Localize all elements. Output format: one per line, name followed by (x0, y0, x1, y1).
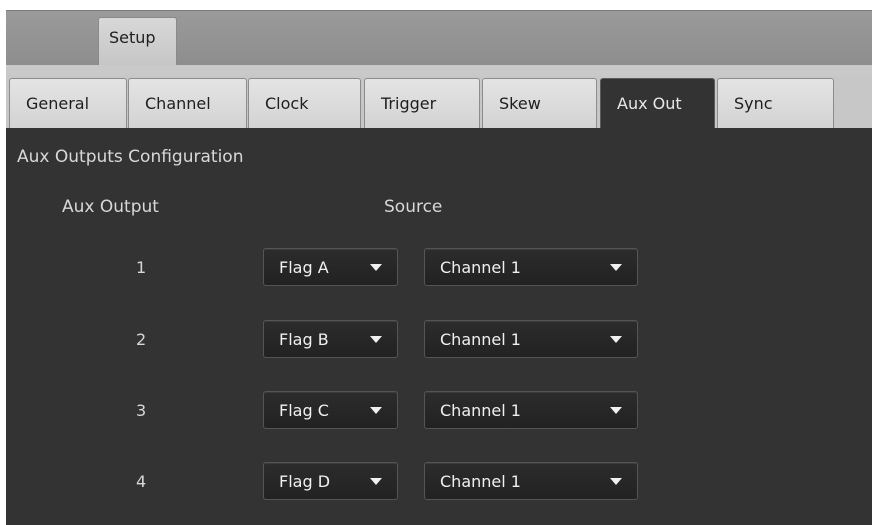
source-select[interactable]: Channel 1 (424, 391, 638, 429)
flag-select-value: Flag B (279, 330, 329, 349)
tab-general[interactable]: General (9, 78, 127, 128)
source-select-value: Channel 1 (440, 330, 521, 349)
column-header-aux-output: Aux Output (62, 197, 159, 217)
tab-skew[interactable]: Skew (482, 78, 597, 128)
flag-select[interactable]: Flag B (263, 320, 398, 358)
chevron-down-icon (370, 478, 382, 485)
tab-label: Channel (145, 94, 211, 113)
tab-setup[interactable]: Setup (98, 17, 177, 65)
column-header-source: Source (384, 197, 443, 217)
aux-output-number: 4 (136, 472, 147, 491)
source-select-value: Channel 1 (440, 258, 521, 277)
chevron-down-icon (610, 407, 622, 414)
flag-select[interactable]: Flag A (263, 248, 398, 286)
tab-setup-label: Setup (109, 28, 156, 47)
tab-aux-out[interactable]: Aux Out (600, 78, 715, 129)
tab-label: Sync (734, 94, 773, 113)
tab-label: General (26, 94, 90, 113)
source-select-value: Channel 1 (440, 472, 521, 491)
flag-select-value: Flag C (279, 401, 329, 420)
window: Setup General Channel Clock Trigger Skew… (0, 0, 872, 525)
chevron-down-icon (610, 336, 622, 343)
flag-select[interactable]: Flag D (263, 462, 398, 500)
tab-channel[interactable]: Channel (128, 78, 247, 128)
source-select[interactable]: Channel 1 (424, 320, 638, 358)
tab-label: Clock (265, 94, 309, 113)
tab-label: Skew (499, 94, 541, 113)
tab-label: Aux Out (617, 94, 682, 113)
panel-title: Aux Outputs Configuration (17, 147, 244, 167)
separator (6, 65, 872, 76)
aux-output-number: 2 (136, 330, 147, 349)
chevron-down-icon (610, 478, 622, 485)
source-select-value: Channel 1 (440, 401, 521, 420)
flag-select-value: Flag A (279, 258, 329, 277)
tab-clock[interactable]: Clock (248, 78, 361, 128)
flag-select[interactable]: Flag C (263, 391, 398, 429)
flag-select-value: Flag D (279, 472, 331, 491)
tab-trigger[interactable]: Trigger (364, 78, 480, 128)
source-select[interactable]: Channel 1 (424, 462, 638, 500)
aux-output-number: 3 (136, 401, 147, 420)
tab-sync[interactable]: Sync (717, 78, 834, 128)
tab-label: Trigger (381, 94, 437, 113)
aux-output-number: 1 (136, 258, 147, 277)
chevron-down-icon (370, 407, 382, 414)
chevron-down-icon (370, 264, 382, 271)
chevron-down-icon (610, 264, 622, 271)
chevron-down-icon (370, 336, 382, 343)
source-select[interactable]: Channel 1 (424, 248, 638, 286)
